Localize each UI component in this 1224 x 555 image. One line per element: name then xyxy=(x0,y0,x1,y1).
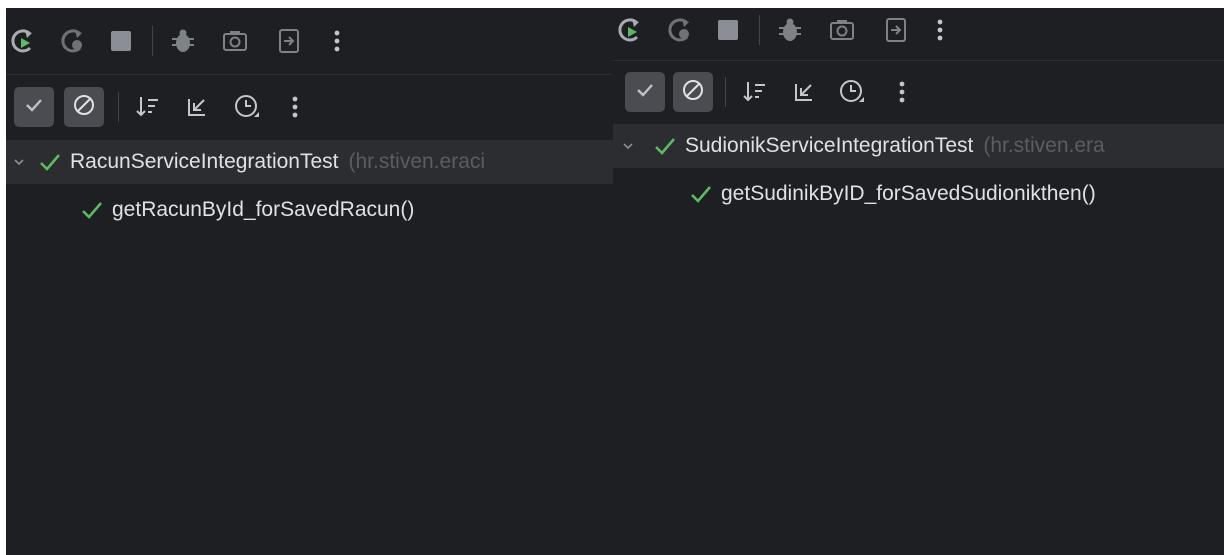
suite-package: (hr.stiven.era xyxy=(983,134,1105,157)
filter-toolbar xyxy=(6,76,613,138)
rerun-failed-icon[interactable] xyxy=(56,24,90,58)
export-icon[interactable] xyxy=(879,13,913,47)
chevron-down-icon[interactable] xyxy=(617,140,639,152)
run-toolbar xyxy=(6,8,613,74)
sort-icon[interactable] xyxy=(130,90,164,124)
more-vertical-icon[interactable] xyxy=(885,75,919,109)
more-vertical-icon[interactable] xyxy=(320,24,354,58)
show-ignored-icon xyxy=(72,93,96,121)
export-icon[interactable] xyxy=(272,24,306,58)
show-passed-icon xyxy=(634,79,656,105)
rerun-failed-icon[interactable] xyxy=(663,13,697,47)
screenshot-icon[interactable] xyxy=(218,24,252,58)
run-toolbar xyxy=(613,8,1224,60)
chevron-down-icon[interactable] xyxy=(8,156,30,168)
show-passed-toggle[interactable] xyxy=(14,87,54,127)
show-ignored-toggle[interactable] xyxy=(64,87,104,127)
passed-check-icon xyxy=(38,150,62,174)
suite-name: RacunServiceIntegrationTest xyxy=(70,150,339,173)
debug-icon[interactable] xyxy=(773,13,807,47)
suite-package: (hr.stiven.eraci xyxy=(348,150,486,173)
test-runner-panel-right: SudionikServiceIntegrationTest (hr.stive… xyxy=(613,8,1224,555)
passed-check-icon xyxy=(653,134,677,158)
collapse-icon[interactable] xyxy=(787,75,821,109)
test-suite-row[interactable]: RacunServiceIntegrationTest (hr.stiven.e… xyxy=(6,140,613,184)
test-name: getRacunById_forSavedRacun() xyxy=(112,198,415,221)
suite-name: SudionikServiceIntegrationTest xyxy=(685,134,974,157)
sort-icon[interactable] xyxy=(737,75,771,109)
show-passed-toggle[interactable] xyxy=(625,72,665,112)
more-vertical-icon[interactable] xyxy=(278,90,312,124)
history-icon[interactable] xyxy=(230,90,264,124)
passed-check-icon xyxy=(80,198,104,222)
test-case-row[interactable]: getSudinikByID_forSavedSudionikthen() xyxy=(613,172,1224,216)
stop-icon[interactable] xyxy=(104,24,138,58)
test-case-row[interactable]: getRacunById_forSavedRacun() xyxy=(6,188,613,232)
rerun-icon[interactable] xyxy=(6,24,40,58)
show-passed-icon xyxy=(23,94,45,120)
filter-toolbar xyxy=(613,62,1224,122)
test-name: getSudinikByID_forSavedSudionikthen() xyxy=(721,182,1096,205)
history-icon[interactable] xyxy=(835,75,869,109)
debug-icon[interactable] xyxy=(166,24,200,58)
rerun-icon[interactable] xyxy=(613,13,647,47)
show-ignored-icon xyxy=(681,78,705,106)
collapse-icon[interactable] xyxy=(180,90,214,124)
more-vertical-icon[interactable] xyxy=(923,13,957,47)
test-suite-row[interactable]: SudionikServiceIntegrationTest (hr.stive… xyxy=(613,124,1224,168)
passed-check-icon xyxy=(689,182,713,206)
test-runner-panel-left: RacunServiceIntegrationTest (hr.stiven.e… xyxy=(6,8,613,555)
screenshot-icon[interactable] xyxy=(825,13,859,47)
stop-icon[interactable] xyxy=(711,13,745,47)
show-ignored-toggle[interactable] xyxy=(673,72,713,112)
